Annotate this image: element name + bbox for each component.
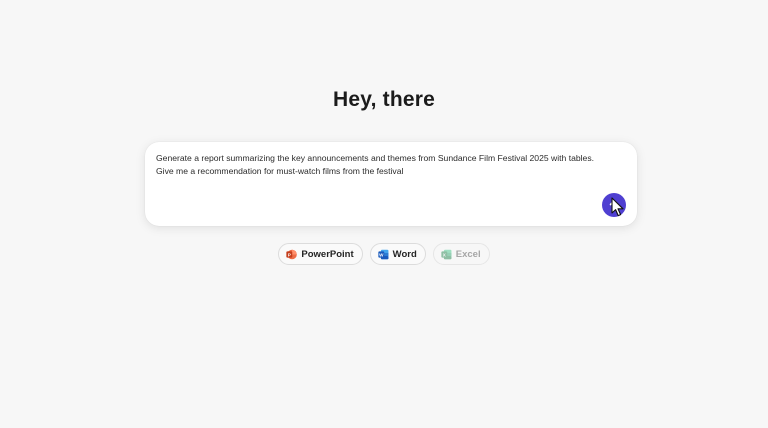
chip-label: Word — [392, 248, 417, 260]
svg-text:W: W — [379, 252, 384, 257]
prompt-input-card[interactable]: Generate a report summarizing the key an… — [145, 142, 637, 226]
greeting-heading: Hey, there — [333, 88, 435, 111]
prompt-line: Give me a recommendation for must-watch … — [156, 166, 404, 176]
prompt-input[interactable]: Generate a report summarizing the key an… — [156, 152, 616, 178]
word-chip[interactable]: W Word — [369, 243, 426, 265]
copilot-home: Hey, there Generate a report summarizing… — [0, 0, 768, 428]
send-arrow-icon — [609, 200, 619, 210]
chip-label: PowerPoint — [301, 248, 354, 260]
word-icon: W — [378, 249, 389, 259]
chip-label: Excel — [455, 248, 481, 260]
powerpoint-icon: P — [286, 249, 298, 259]
send-button[interactable] — [602, 193, 626, 217]
prompt-line: Generate a report summarizing the key an… — [156, 153, 595, 163]
powerpoint-chip[interactable]: P PowerPoint — [278, 243, 363, 265]
svg-text:P: P — [288, 252, 291, 257]
app-chip-row: P PowerPoint W Word X Excel — [0, 243, 768, 265]
excel-icon: X — [441, 249, 452, 259]
excel-chip[interactable]: X Excel — [432, 243, 490, 265]
